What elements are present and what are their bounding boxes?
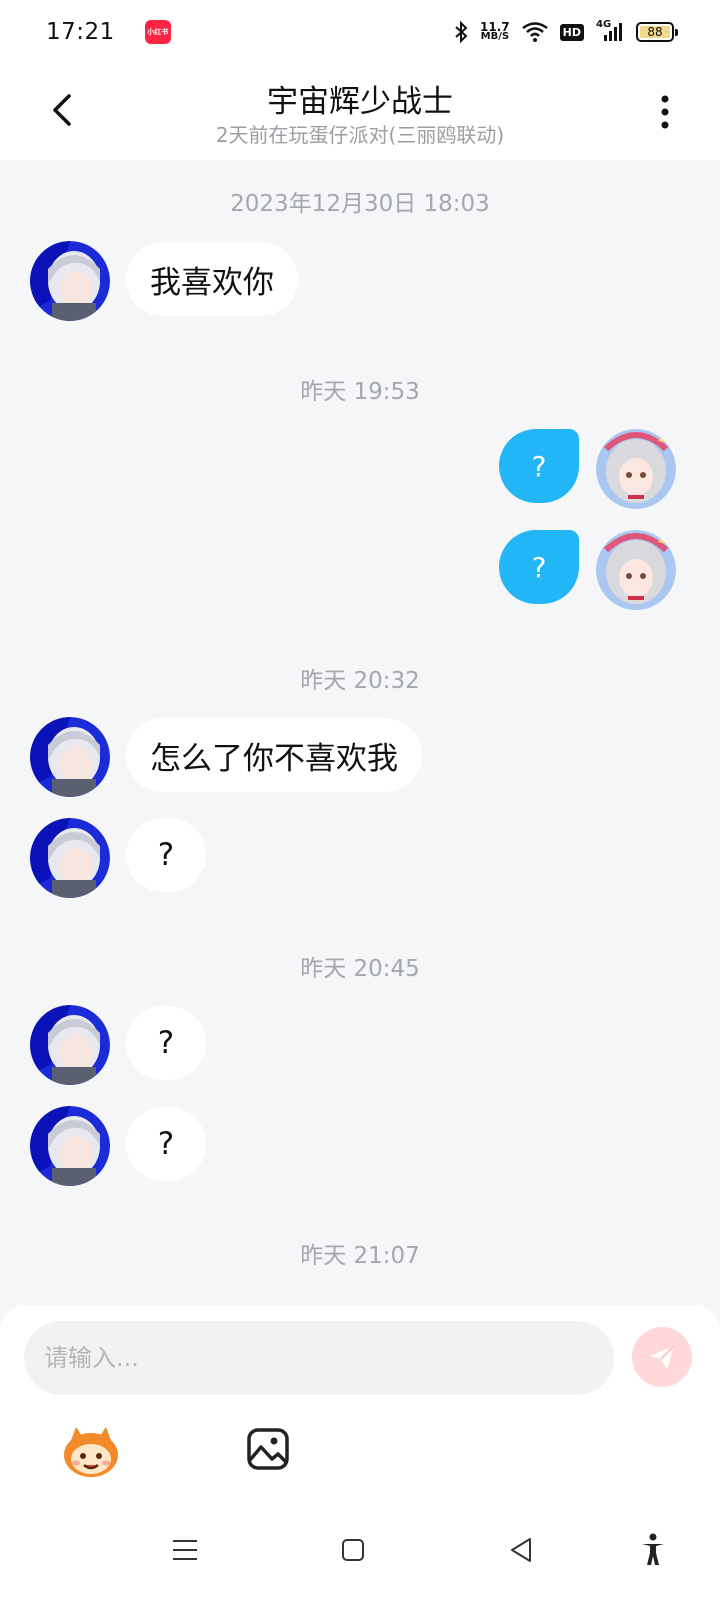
emoji-button[interactable]	[62, 1425, 120, 1479]
contact-avatar[interactable]	[30, 818, 110, 898]
contact-avatar-image	[30, 717, 110, 797]
contact-avatar[interactable]	[30, 717, 110, 797]
my-avatar-image	[596, 530, 676, 610]
wifi-icon	[521, 22, 548, 42]
menu-icon	[173, 1540, 197, 1560]
contact-avatar-image	[30, 241, 110, 321]
send-button[interactable]	[632, 1327, 692, 1387]
eggy-face-icon	[64, 1427, 118, 1477]
more-options-button[interactable]	[650, 90, 680, 134]
my-avatar[interactable]	[596, 530, 676, 610]
incoming-message[interactable]: 怎么了你不喜欢我	[126, 718, 422, 792]
network-speed: 11.7 MB/S	[480, 21, 510, 42]
nav-menu-button[interactable]	[160, 1525, 210, 1575]
chat-header: 宇宙辉少战士 2天前在玩蛋仔派对(三丽鸥联动)	[0, 64, 720, 160]
incoming-message[interactable]: ?	[126, 818, 206, 892]
signal-bars-icon	[604, 23, 622, 41]
paper-plane-icon	[650, 1345, 675, 1369]
my-avatar-image	[596, 429, 676, 509]
message-timestamp: 昨天 20:45	[300, 956, 420, 982]
message-timestamp: 昨天 20:32	[300, 668, 420, 694]
nav-accessibility-button[interactable]	[628, 1525, 678, 1575]
my-avatar[interactable]	[596, 429, 676, 509]
contact-avatar-image	[30, 1005, 110, 1085]
nav-back-button[interactable]	[496, 1525, 546, 1575]
hd-badge: HD	[559, 23, 584, 41]
back-triangle-icon	[511, 1538, 531, 1562]
battery-indicator: 88	[636, 22, 678, 42]
contact-avatar[interactable]	[30, 1005, 110, 1085]
net-speed-unit: MB/S	[480, 31, 510, 42]
battery-level: 88	[647, 25, 663, 39]
more-vertical-icon	[661, 95, 669, 129]
incoming-message[interactable]: ?	[126, 1107, 206, 1181]
status-bar: 17:21 小红书 11.7 MB/S HD 4G 88	[0, 0, 720, 64]
nav-home-button[interactable]	[328, 1525, 378, 1575]
message-timestamp: 2023年12月30日 18:03	[230, 191, 490, 217]
contact-avatar[interactable]	[30, 1106, 110, 1186]
accessibility-icon	[642, 1533, 664, 1565]
outgoing-message[interactable]: ?	[499, 429, 579, 503]
message-timestamp: 昨天 21:07	[300, 1243, 420, 1269]
status-icons: 11.7 MB/S HD 4G 88	[454, 19, 678, 43]
message-timestamp: 昨天 19:53	[300, 379, 420, 405]
contact-status: 2天前在玩蛋仔派对(三丽鸥联动)	[215, 123, 505, 147]
status-time: 17:21	[46, 19, 115, 45]
xiaohongshu-app-icon: 小红书	[144, 20, 171, 44]
contact-avatar-image	[30, 818, 110, 898]
image-icon	[247, 1428, 289, 1470]
system-nav-bar	[0, 1525, 720, 1585]
outgoing-message[interactable]: ?	[499, 530, 579, 604]
incoming-message[interactable]: 我喜欢你	[126, 242, 298, 316]
image-picker-button[interactable]	[246, 1427, 294, 1475]
contact-avatar-image	[30, 1106, 110, 1186]
incoming-message[interactable]: ?	[126, 1006, 206, 1080]
home-square-icon	[342, 1539, 364, 1561]
contact-avatar[interactable]	[30, 241, 110, 321]
contact-name: 宇宙辉少战士	[267, 84, 453, 120]
message-input[interactable]	[24, 1321, 614, 1395]
bluetooth-icon	[455, 21, 468, 43]
cell-signal: 4G	[596, 19, 624, 43]
